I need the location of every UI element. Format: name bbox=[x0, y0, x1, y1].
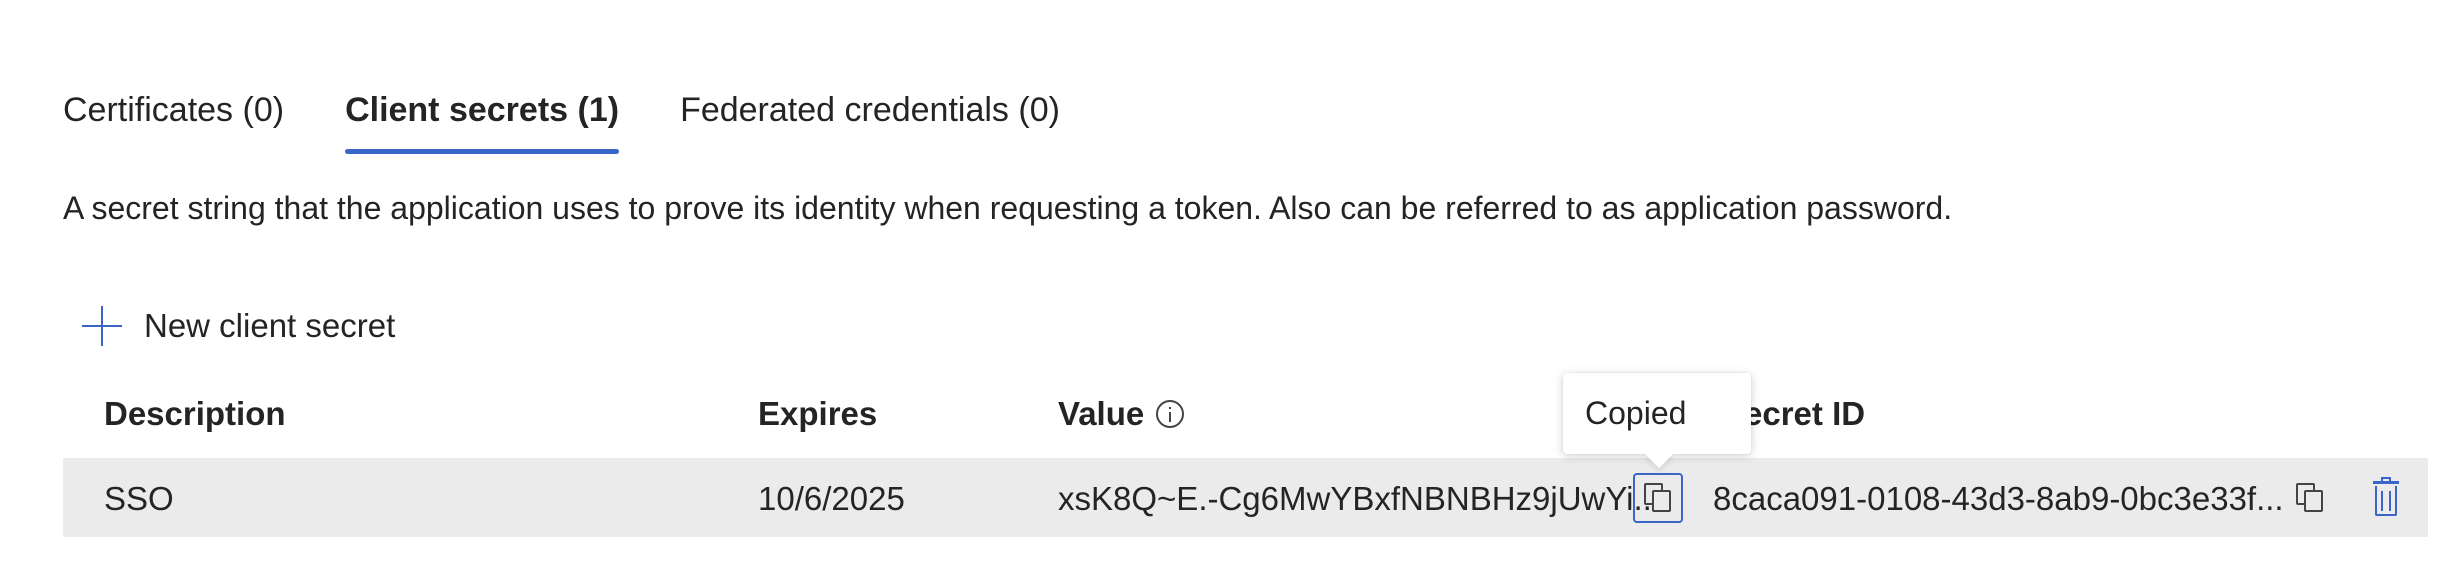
secret-description-cell: SSO bbox=[104, 480, 174, 517]
column-header-description: Description bbox=[104, 395, 286, 432]
secret-value-cell: xsK8Q~E.-Cg6MwYBxfNBNBHz9jUwYi.... bbox=[1058, 480, 1671, 517]
copy-value-button[interactable] bbox=[1633, 473, 1683, 523]
section-description: A secret string that the application use… bbox=[63, 190, 1953, 226]
copy-secret-id-button[interactable] bbox=[2285, 473, 2335, 523]
column-header-value-label: Value bbox=[1058, 395, 1145, 432]
credential-tabs: Certificates (0) Client secrets (1) Fede… bbox=[63, 88, 1060, 154]
copied-tooltip: Copied bbox=[1563, 373, 1751, 454]
secret-id-cell: 8caca091-0108-43d3-8ab9-0bc3e33f... bbox=[1713, 480, 2284, 517]
new-client-secret-label: New client secret bbox=[144, 307, 396, 344]
copy-icon bbox=[2296, 483, 2324, 513]
copy-icon bbox=[1644, 483, 1672, 513]
tab-client-secrets[interactable]: Client secrets (1) bbox=[345, 88, 620, 154]
column-header-expires: Expires bbox=[758, 395, 878, 432]
secret-expires-cell: 10/6/2025 bbox=[758, 480, 905, 517]
column-header-value: Value bbox=[1058, 392, 1185, 436]
plus-icon bbox=[82, 306, 122, 346]
delete-secret-button[interactable] bbox=[2364, 473, 2408, 523]
new-client-secret-button[interactable]: New client secret bbox=[82, 304, 395, 348]
tab-certificates[interactable]: Certificates (0) bbox=[63, 88, 284, 154]
info-icon[interactable] bbox=[1156, 400, 1185, 428]
tab-federated-credentials[interactable]: Federated credentials (0) bbox=[680, 88, 1060, 154]
trash-icon bbox=[2373, 477, 2399, 517]
